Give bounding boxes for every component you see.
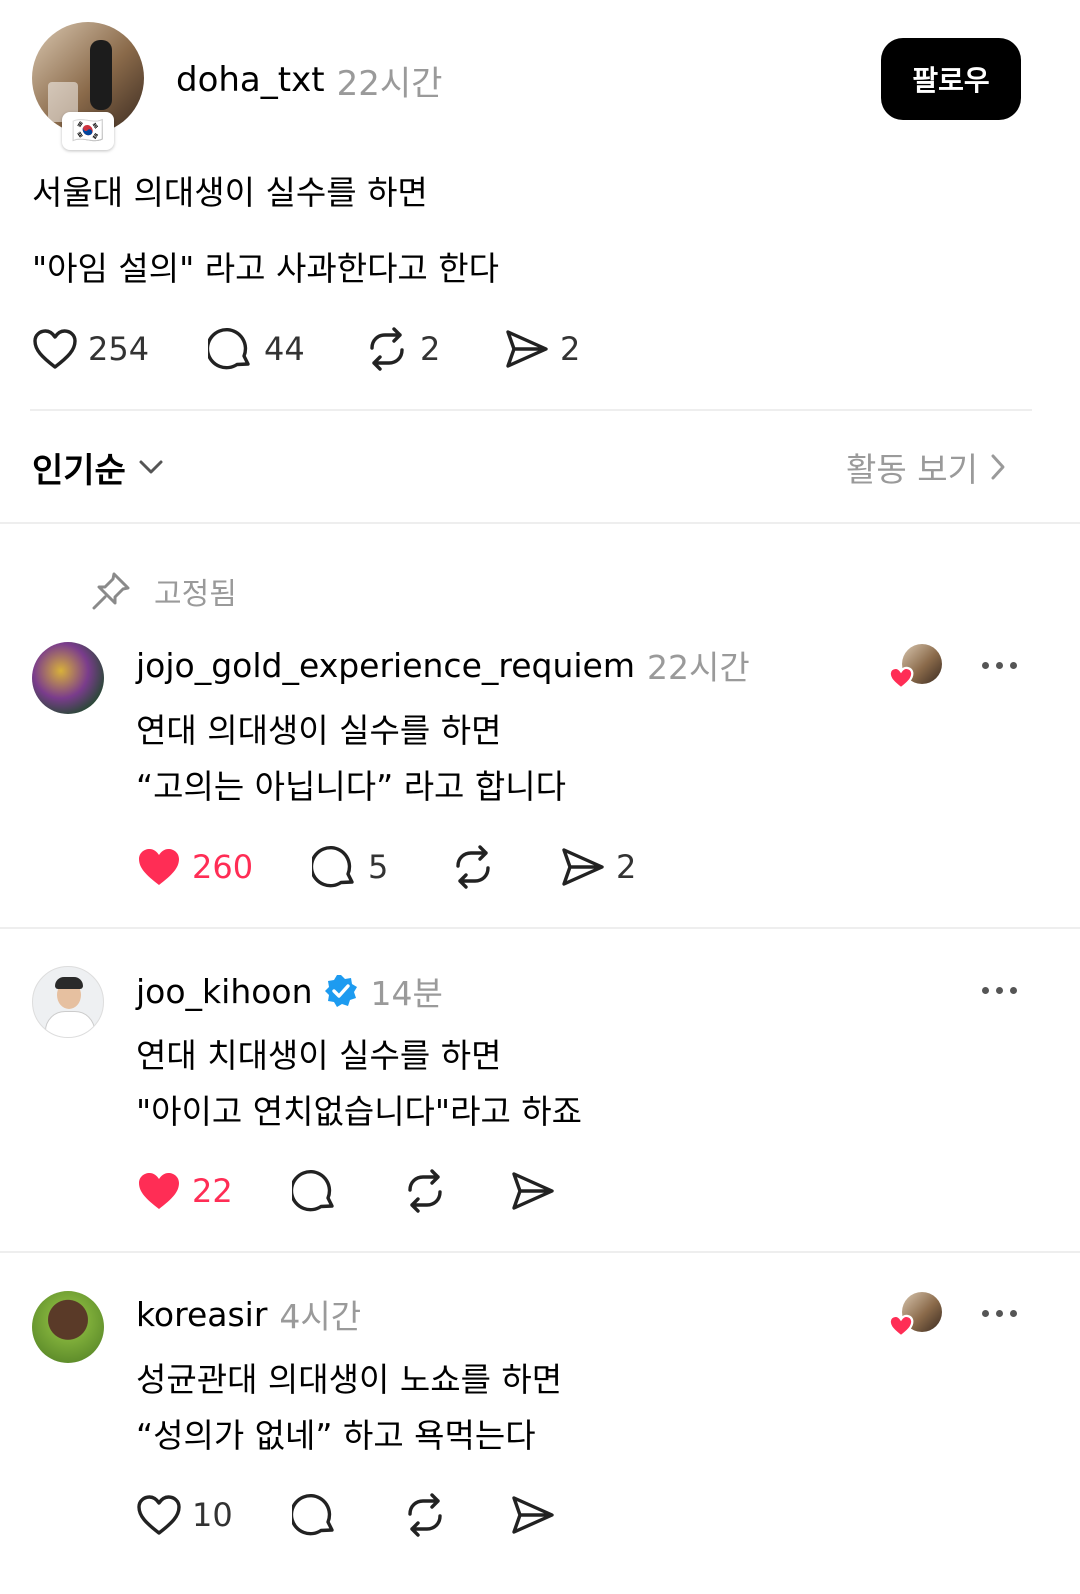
pinned-indicator: 고정됨 [90,568,237,614]
share-icon [510,1492,556,1538]
reply-time: 22시간 [647,648,750,687]
sort-dropdown[interactable]: 인기순 [32,442,164,492]
post-text-line2: "아임 설의" 라고 사과한다고 한다 [32,249,499,288]
post-time: 22시간 [336,63,443,104]
more-icon [1010,1310,1017,1317]
comment-icon [292,1492,338,1538]
reply-comment-count: 5 [368,848,389,886]
follow-button[interactable]: 팔로우 [881,38,1021,120]
more-options-button[interactable] [982,987,1017,994]
reply-time: 14분 [370,974,443,1013]
reply-text-line1: 연대 의대생이 실수를 하면 [136,711,502,750]
post-repost-count: 2 [420,330,441,368]
reply-text-line2: “고의는 아닙니다” 라고 합니다 [136,767,566,806]
post-share-button[interactable]: 2 [504,326,580,372]
heart-icon [888,1314,914,1338]
share-icon [504,326,550,372]
flag-badge: 🇰🇷 [62,112,114,150]
divider [0,522,1080,524]
reply-like-count: 260 [192,848,254,886]
comment-icon [208,326,254,372]
reply-repost-button[interactable] [450,844,496,890]
reply-like-button[interactable]: 260 [136,844,253,890]
reply-username[interactable]: jojo_gold_experience_requiem [136,646,635,685]
more-icon [982,987,989,994]
reply-text-line2: “성의가 없네” 하고 욕먹는다 [136,1416,536,1455]
reply-avatar[interactable] [32,1291,104,1363]
more-options-button[interactable] [982,662,1017,669]
chevron-down-icon [138,458,164,476]
more-icon [996,662,1003,669]
author-liked-indicator [888,644,944,692]
divider [0,927,1080,929]
more-icon [982,1310,989,1317]
flag-icon: 🇰🇷 [71,116,105,146]
repost-icon [402,1492,448,1538]
chevron-right-icon [990,453,1006,481]
reply-avatar[interactable] [32,966,104,1038]
reply-share-button[interactable]: 2 [560,844,636,890]
reply-username[interactable]: joo_kihoon [136,972,313,1011]
reply-comment-button[interactable] [292,1492,338,1538]
post-text-line1: 서울대 의대생이 실수를 하면 [32,173,428,212]
author-liked-indicator [888,1292,944,1340]
reply-comment-button[interactable] [292,1168,338,1214]
activity-link[interactable]: 활동 보기 [846,442,1006,492]
heart-icon [136,1170,182,1212]
share-icon [510,1168,556,1214]
heart-icon [32,328,78,370]
post-like-count: 254 [88,330,150,368]
verified-icon [323,973,359,1009]
reply-username[interactable]: koreasir [136,1295,267,1334]
more-icon [1010,987,1017,994]
divider [30,409,1032,411]
activity-label: 활동 보기 [846,450,978,489]
post-like-button[interactable]: 254 [32,326,149,372]
heart-icon [136,1494,182,1536]
reply-text-line2: "아이고 연치없습니다"라고 하죠 [136,1092,583,1131]
repost-icon [364,326,410,372]
reply-share-count: 2 [616,848,637,886]
post-username[interactable]: doha_txt [176,60,325,100]
sort-label: 인기순 [32,450,126,491]
pin-icon [90,570,132,612]
post-share-count: 2 [560,330,581,368]
comment-icon [292,1168,338,1214]
comment-icon [312,844,358,890]
reply-like-count: 10 [192,1496,233,1534]
repost-icon [402,1168,448,1214]
reply-share-button[interactable] [510,1492,556,1538]
divider [0,1251,1080,1253]
repost-icon [450,844,496,890]
post-comment-count: 44 [264,330,305,368]
reply-text-line1: 연대 치대생이 실수를 하면 [136,1036,502,1075]
reply-text-line1: 성균관대 의대생이 노쇼를 하면 [136,1360,563,1399]
more-icon [996,1310,1003,1317]
share-icon [560,844,606,890]
follow-label: 팔로우 [912,64,990,97]
more-icon [982,662,989,669]
reply-repost-button[interactable] [402,1168,448,1214]
reply-like-count: 22 [192,1172,233,1210]
reply-like-button[interactable]: 22 [136,1168,233,1214]
post-repost-button[interactable]: 2 [364,326,440,372]
heart-icon [888,666,914,690]
more-icon [996,987,1003,994]
pinned-label: 고정됨 [154,577,237,612]
reply-avatar[interactable] [32,642,104,714]
heart-icon [136,846,182,888]
post-comment-button[interactable]: 44 [208,326,305,372]
more-icon [1010,662,1017,669]
more-options-button[interactable] [982,1310,1017,1317]
reply-comment-button[interactable]: 5 [312,844,388,890]
reply-like-button[interactable]: 10 [136,1492,233,1538]
reply-time: 4시간 [279,1297,362,1336]
reply-repost-button[interactable] [402,1492,448,1538]
reply-share-button[interactable] [510,1168,556,1214]
